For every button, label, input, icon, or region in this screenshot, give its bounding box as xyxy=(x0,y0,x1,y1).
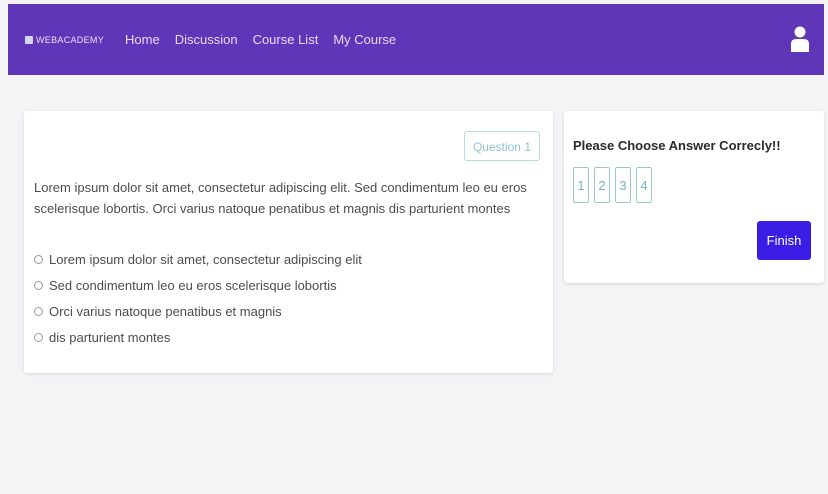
brand-logo-icon xyxy=(25,35,33,44)
nav-links: Home Discussion Course List My Course xyxy=(125,32,411,47)
question-number-badge: Question 1 xyxy=(463,131,540,161)
option-label: Lorem ipsum dolor sit amet, consectetur … xyxy=(49,251,362,267)
answer-card-title: Please Choose Answer Correcly!! xyxy=(573,138,781,153)
answer-card: Please Choose Answer Correcly!! 1 2 3 4 … xyxy=(564,111,824,283)
option-label: Sed condimentum leo eu eros scelerisque … xyxy=(49,277,337,293)
brand-name: WEBACADEMY xyxy=(36,34,105,45)
top-navbar: WEBACADEMY Home Discussion Course List M… xyxy=(8,4,824,75)
question-number-button-3[interactable]: 3 xyxy=(615,167,631,203)
user-icon[interactable] xyxy=(790,26,810,53)
nav-link-my-course[interactable]: My Course xyxy=(333,32,396,47)
option-label: dis parturient montes xyxy=(49,329,171,345)
question-text: Lorem ipsum dolor sit amet, consectetur … xyxy=(34,180,527,216)
question-number-button-1[interactable]: 1 xyxy=(573,167,589,203)
question-number-button-2[interactable]: 2 xyxy=(594,167,610,203)
radio-button[interactable] xyxy=(34,332,43,342)
brand[interactable]: WEBACADEMY xyxy=(25,35,104,45)
question-card: Question 1 Lorem ipsum dolor sit amet, c… xyxy=(24,111,553,373)
radio-button[interactable] xyxy=(34,306,43,316)
option-4[interactable]: dis parturient montes xyxy=(34,324,362,350)
option-3[interactable]: Orci varius natoque penatibus et magnis xyxy=(34,298,362,324)
option-label: Orci varius natoque penatibus et magnis xyxy=(49,303,282,319)
nav-link-course-list[interactable]: Course List xyxy=(253,32,319,47)
option-1[interactable]: Lorem ipsum dolor sit amet, consectetur … xyxy=(34,246,362,272)
option-2[interactable]: Sed condimentum leo eu eros scelerisque … xyxy=(34,272,362,298)
nav-link-home[interactable]: Home xyxy=(125,32,160,47)
nav-link-discussion[interactable]: Discussion xyxy=(175,32,238,47)
radio-button[interactable] xyxy=(34,254,43,264)
answer-options: Lorem ipsum dolor sit amet, consectetur … xyxy=(34,246,362,350)
question-number-button-4[interactable]: 4 xyxy=(636,167,652,203)
question-number-nav: 1 2 3 4 xyxy=(573,167,657,203)
finish-button[interactable]: Finish xyxy=(757,221,811,260)
radio-button[interactable] xyxy=(34,280,43,290)
